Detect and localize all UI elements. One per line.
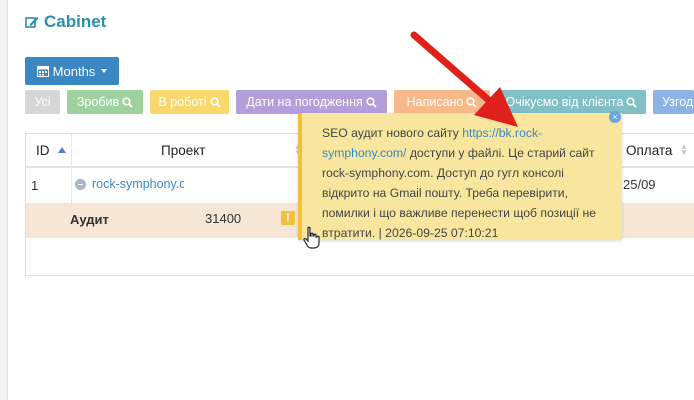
task-label: Аудит (70, 212, 109, 227)
warning-icon[interactable]: ! (281, 211, 295, 225)
filter-done-button[interactable]: Зробив (67, 90, 143, 114)
search-icon (626, 96, 638, 108)
column-payment-label: Оплата (626, 142, 673, 158)
months-dropdown-button[interactable]: Months (25, 57, 119, 85)
filter-agreed-button[interactable]: Узгод (653, 90, 694, 114)
sort-asc-icon (57, 147, 66, 153)
months-label: Months (52, 63, 96, 79)
row-id: 1 (31, 178, 39, 193)
edit-icon (25, 17, 39, 28)
payment-date: 25/09 (623, 177, 656, 192)
annotation-arrow-icon (410, 31, 518, 127)
tooltip-text-end: доступи у файлі. Це старий сайт rock-sym… (322, 146, 596, 240)
filter-approval-dates-button[interactable]: Дати на погодження (236, 90, 387, 114)
column-project[interactable]: Проект (161, 134, 205, 166)
filter-label: В роботі (158, 95, 207, 109)
page-title: Cabinet (25, 11, 106, 33)
filter-label: Узгод (662, 95, 694, 109)
task-amount: 31400 (205, 211, 242, 226)
close-icon[interactable]: × (609, 111, 621, 123)
filter-label: Дати на погодження (246, 95, 363, 109)
search-icon (366, 96, 377, 108)
collapse-icon[interactable] (75, 179, 86, 190)
filter-label: Усі (34, 95, 51, 109)
column-project-label: Проект (161, 142, 206, 158)
column-id-label: ID (36, 142, 50, 158)
project-link[interactable]: rock-symphony.c (92, 177, 184, 191)
sort-icon: ▲▼ (680, 142, 688, 157)
filter-label: Зробив (76, 95, 120, 109)
search-icon (122, 96, 133, 108)
calendar-icon (36, 66, 49, 77)
search-icon (209, 96, 221, 108)
column-payment[interactable]: Оплата (626, 134, 672, 166)
filter-in-progress-button[interactable]: В роботі (150, 90, 229, 114)
caret-down-icon (101, 69, 108, 73)
hand-cursor-icon (303, 226, 320, 249)
column-id[interactable]: ID (36, 134, 66, 166)
filter-all-button[interactable]: Усі (25, 90, 60, 114)
page-title-text: Cabinet (44, 12, 107, 31)
